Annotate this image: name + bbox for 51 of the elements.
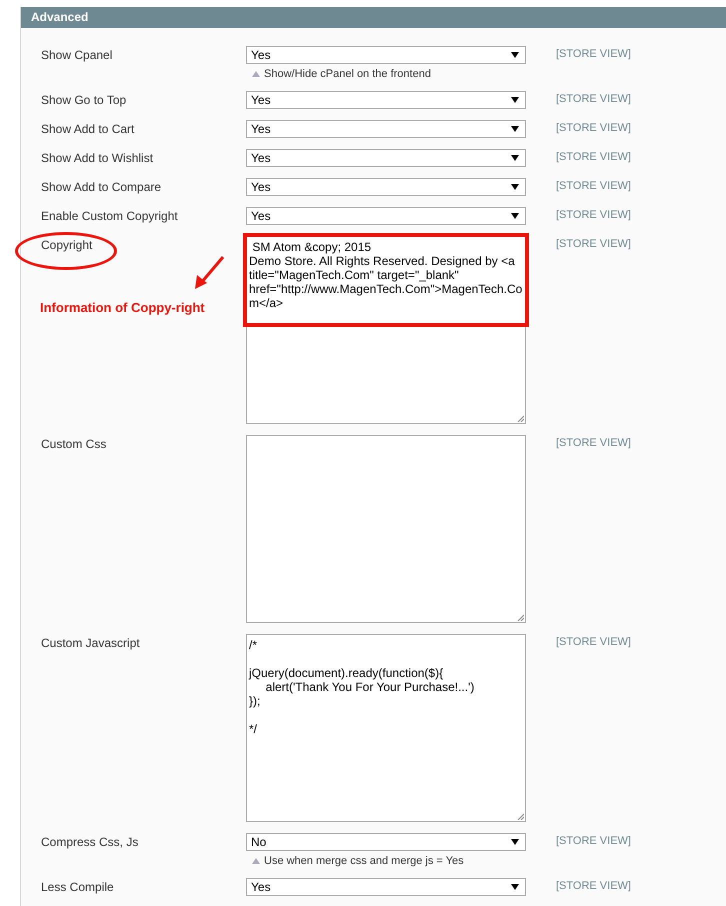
caret-icon: [511, 155, 519, 161]
field-hint: Use when merge css and merge js = Yes: [264, 855, 464, 867]
annotation-text: Information of Coppy-right: [40, 300, 205, 315]
scope-label: [STORE VIEW]: [556, 635, 631, 648]
section-header: Advanced: [21, 7, 726, 28]
caret-icon: [511, 184, 519, 190]
field-label: Enable Custom Copyright: [41, 208, 179, 223]
scope-label: [STORE VIEW]: [556, 121, 631, 134]
resize-handle-icon[interactable]: [517, 813, 524, 820]
scope-label: [STORE VIEW]: [556, 92, 631, 105]
triangle-icon: [252, 71, 260, 77]
triangle-icon: [252, 858, 260, 864]
scope-label: [STORE VIEW]: [556, 834, 631, 847]
field-label: Show Add to Cart: [41, 121, 136, 136]
text-area-field[interactable]: [246, 435, 526, 623]
field-hint: Show/Hide cPanel on the frontend: [264, 68, 431, 80]
dropdown-field[interactable]: Yes: [246, 878, 526, 896]
resize-handle-icon[interactable]: [517, 415, 524, 422]
dropdown-field[interactable]: No: [246, 833, 526, 851]
caret-icon: [511, 213, 519, 219]
dropdown-field[interactable]: Yes: [246, 207, 526, 225]
scope-label: [STORE VIEW]: [556, 47, 631, 60]
scope-label: [STORE VIEW]: [556, 208, 631, 221]
caret-icon: [511, 97, 519, 103]
scope-label: [STORE VIEW]: [556, 150, 631, 163]
scope-label: [STORE VIEW]: [556, 436, 631, 449]
field-label: Show Add to Wishlist: [41, 150, 154, 165]
text-area-field[interactable]: /* jQuery(document).ready(function($){ alert('Thank You For Your Purchase!...') }); */: [246, 634, 526, 822]
arrow-icon: [193, 255, 225, 291]
field-label: Custom Javascript: [41, 635, 141, 650]
text-area-field[interactable]: SM Atom &copy; 2015 Demo Store. All Rights Reserved. Designed by <a title="MagenTech.Com" target="_blank" href="http://www.MagenTech.Com">MagenTech.Com</a>: [246, 236, 526, 424]
dropdown-field[interactable]: Yes: [246, 178, 526, 196]
dropdown-field[interactable]: Yes: [246, 149, 526, 167]
field-label: Less Compile: [41, 879, 115, 894]
caret-icon: [511, 52, 519, 58]
field-label: Show Go to Top: [41, 92, 128, 107]
field-label: Copyright: [41, 237, 94, 252]
dropdown-field[interactable]: Yes: [246, 46, 526, 64]
field-label: Compress Css, Js: [41, 834, 140, 849]
field-label: Custom Css: [41, 436, 108, 451]
resize-handle-icon[interactable]: [517, 614, 524, 621]
caret-icon: [511, 884, 519, 890]
field-label: Show Cpanel: [41, 47, 114, 62]
scope-label: [STORE VIEW]: [556, 237, 631, 250]
scope-label: [STORE VIEW]: [556, 879, 631, 892]
dropdown-field[interactable]: Yes: [246, 91, 526, 109]
field-label: Show Add to Compare: [41, 179, 162, 194]
scope-label: [STORE VIEW]: [556, 179, 631, 192]
caret-icon: [511, 839, 519, 845]
dropdown-field[interactable]: Yes: [246, 120, 526, 138]
caret-icon: [511, 126, 519, 132]
